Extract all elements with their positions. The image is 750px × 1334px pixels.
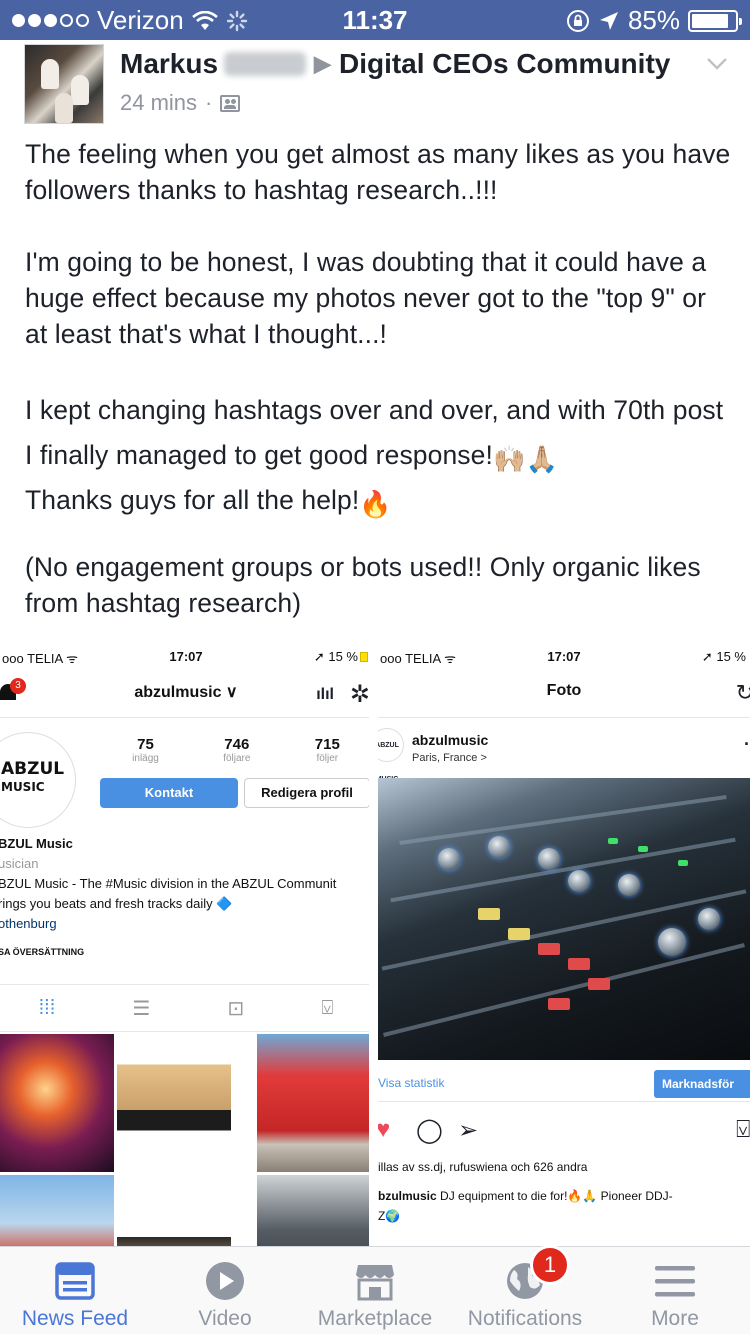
tab-label: Marketplace [317,1307,433,1330]
ig-time: 17:07 [547,649,581,664]
bottom-tab-bar: News Feed Video Marketplace 1 Notificati… [0,1245,750,1334]
post-paragraph: Thanks guys for all the help!🔥 [25,485,392,519]
post-paragraph: I'm going to be honest, I was doubting t… [25,247,707,349]
ig-status-bar: ooo TELIA ᯤ 17:07 ➚ 15 % [0,644,369,670]
meta-separator: · [205,90,213,115]
ig-grid-photo [0,1175,114,1246]
post-text: The feeling when you get almost as many … [25,136,735,657]
dj-mixer-photo [378,778,750,1060]
ig-stat: 715 följer [314,736,340,764]
tab-notifications[interactable]: 1 Notifications [450,1245,600,1334]
tab-label: Notifications [467,1307,583,1330]
ig-view-stats-link: Visa statistik [378,1076,445,1090]
grid-view-icon: ⁞⁞⁞ [38,996,56,1019]
photo-instagram-post[interactable]: ooo TELIA ᯤ 17:07 ➚ 15 % Foto ↻ ABZUL MU… [378,644,750,1246]
ig-grid-photo [257,1175,369,1246]
ig-caption: bzulmusic DJ equipment to die for!🔥🙏 Pio… [378,1189,673,1223]
news-feed-icon [55,1262,95,1300]
settings-gear-icon: ✲ [349,681,370,708]
send-icon: ➢ [458,1117,479,1144]
video-icon [206,1262,244,1300]
chevron-down-icon[interactable] [706,52,728,74]
photo-instagram-profile[interactable]: ooo TELIA ᯤ 17:07 ➚ 15 % 3 abzulmusic ∨ … [0,644,372,1246]
ig-battery: ➚ 15 % [314,649,368,665]
notification-badge: 1 [530,1245,570,1285]
ig-post-avatar: ABZUL MUSIC [378,728,404,783]
tab-label: News Feed [21,1307,129,1330]
fire-emoji: 🔥 [359,489,392,519]
post-paragraph: The feeling when you get almost as many … [25,139,731,205]
battery-icon [688,9,742,32]
ig-edit-profile-button: Redigera profil [244,778,369,808]
ig-bio: BZUL Music usician BZUL Music - The #Mus… [0,836,337,957]
rotation-lock-icon [566,9,589,32]
post-meta: 24 mins · [120,90,241,116]
tab-label: Video [198,1307,252,1330]
ig-grid-photo-stage [0,1034,114,1172]
ig-grid-photo [117,1175,231,1246]
refresh-icon: ↻ [735,680,750,705]
ig-profile-stats: 75 inlägg 746 följare 715 följer [100,736,369,764]
tab-news-feed[interactable]: News Feed [0,1247,150,1334]
author-avatar[interactable] [24,44,104,124]
tagged-photos-icon: ⊡ [227,997,245,1020]
comment-icon: ◯ [416,1117,443,1144]
author-line: Markus ▶ Digital CEOs Community [120,48,670,80]
post-header: Markus ▶ Digital CEOs Community 24 mins … [0,40,750,132]
ig-grid-photo [117,1034,231,1172]
ig-status-bar: ooo TELIA ᯤ 17:07 ➚ 15 % [378,644,750,670]
saved-bookmark-icon: ⍌ [321,996,334,1019]
ig-contact-button: Kontakt [100,778,238,808]
ig-stat: 75 inlägg [132,736,159,764]
group-privacy-icon [220,94,241,112]
ig-post-header: ABZUL MUSIC abzulmusic Paris, France > · [378,720,750,783]
battery-percent: 85% [627,5,680,35]
raised-hands-pray-emoji: 🙌🏼🙏🏼 [492,444,558,474]
post-photo-collage[interactable]: ooo TELIA ᯤ 17:07 ➚ 15 % 3 abzulmusic ∨ … [0,644,750,1246]
ig-post-actions-bar: Visa statistik Marknadsför [378,1068,750,1102]
redacted-surname [224,52,307,76]
post-time[interactable]: 24 mins [120,90,197,116]
ig-photo-topbar: Foto ↻ [378,674,750,718]
ig-photo-title: Foto [546,682,582,699]
ig-profile-avatar: ABZUL MUSIC [0,732,76,828]
status-right: 85% [566,5,742,36]
post-paragraph: I kept changing hashtags over and over, … [25,395,724,474]
ig-post-location: Paris, France > [412,752,487,764]
tab-video[interactable]: Video [150,1247,300,1334]
ig-profile-tabs: ⁞⁞⁞ ☰ ⊡ ⍌ [0,984,369,1032]
bookmark-icon: ⍌ [736,1116,750,1143]
list-view-icon: ☰ [132,997,151,1020]
ig-promote-button: Marknadsför [654,1070,750,1098]
share-arrow-icon: ▶ [314,51,331,76]
heart-icon: ♥ [378,1116,391,1143]
tab-more[interactable]: More [600,1247,750,1334]
ig-stat: 746 följare [223,736,251,764]
tab-label: More [651,1307,699,1330]
abzul-logo: ABZUL MUSIC [1,759,65,795]
author-name[interactable]: Markus [120,48,218,80]
ig-battery: ➚ 15 % [701,649,746,664]
insights-bars-icon: ılıl [316,686,334,703]
more-icon [655,1266,695,1297]
ig-post-username: abzulmusic [412,732,489,748]
tab-marketplace[interactable]: Marketplace [300,1247,450,1334]
more-dots-icon: · [744,734,750,754]
location-arrow-icon [599,11,618,30]
status-bar: Verizon 11:37 85% [0,0,750,40]
ig-profile-topbar: 3 abzulmusic ∨ ılıl ✲ [0,674,370,718]
ig-post-icons: ♥ ◯ ➢ ⍌ [378,1116,750,1152]
ig-liked-by: illas av ss.dj, rufuswiena och 626 andra [378,1160,588,1174]
marketplace-icon [356,1265,394,1301]
post-paragraph: (No engagement groups or bots used!! Onl… [25,552,701,618]
group-name[interactable]: Digital CEOs Community [339,48,670,80]
ig-grid-photo-festival [257,1034,369,1172]
